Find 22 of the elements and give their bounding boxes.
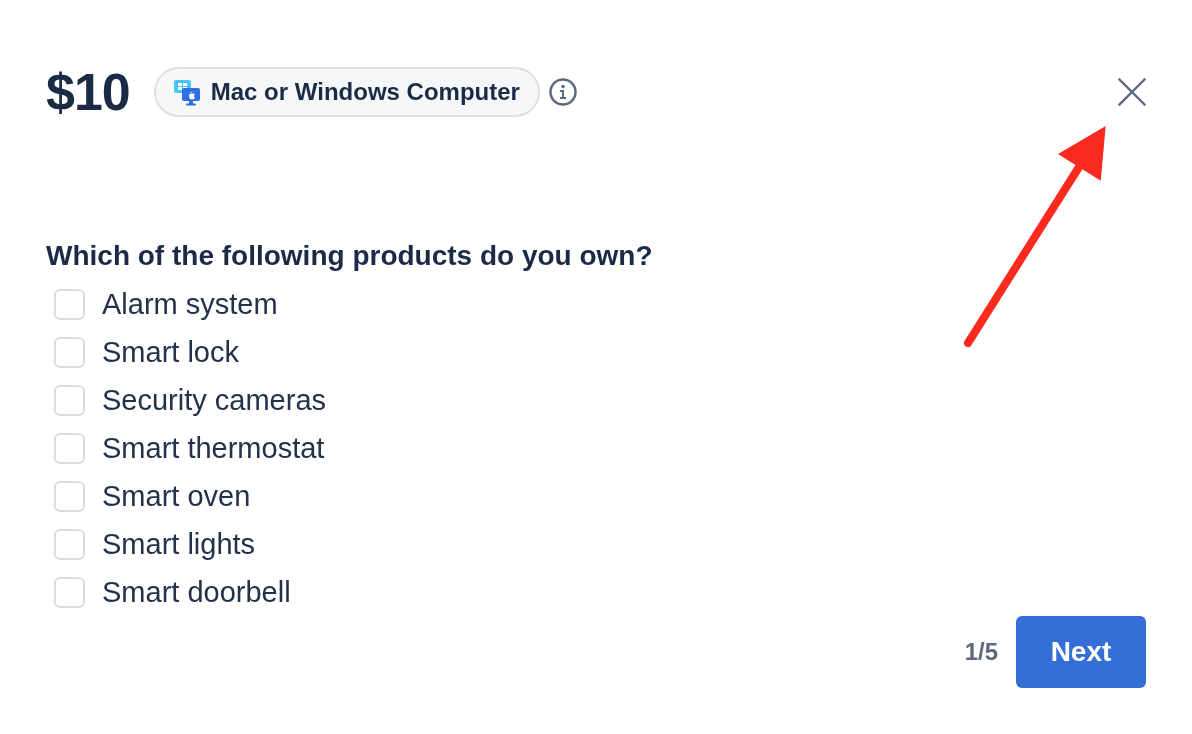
- checkbox[interactable]: [54, 432, 85, 464]
- next-button[interactable]: Next: [1016, 616, 1146, 688]
- checkbox[interactable]: [54, 480, 85, 512]
- option-label[interactable]: Smart oven: [102, 479, 251, 513]
- option-label[interactable]: Smart thermostat: [102, 431, 325, 465]
- computers-icon: [172, 78, 201, 106]
- option-label[interactable]: Smart lock: [102, 335, 239, 369]
- checkbox[interactable]: [54, 336, 85, 368]
- option-label[interactable]: Smart lights: [102, 527, 256, 561]
- close-icon[interactable]: [1118, 78, 1146, 106]
- info-icon[interactable]: [548, 78, 577, 106]
- option-label[interactable]: Alarm system: [102, 287, 278, 321]
- question-text: Which of the following products do you own?: [46, 240, 653, 272]
- checkbox[interactable]: [54, 384, 85, 416]
- progress-counter: 1/5: [964, 637, 998, 667]
- checkbox[interactable]: [54, 288, 85, 320]
- checkbox[interactable]: [54, 576, 85, 608]
- price: $10: [46, 66, 130, 118]
- option-label[interactable]: Security cameras: [102, 383, 326, 417]
- checkbox[interactable]: [54, 528, 85, 560]
- device-tag-label: Mac or Windows Computer: [210, 77, 520, 107]
- option-label[interactable]: Smart doorbell: [102, 575, 291, 609]
